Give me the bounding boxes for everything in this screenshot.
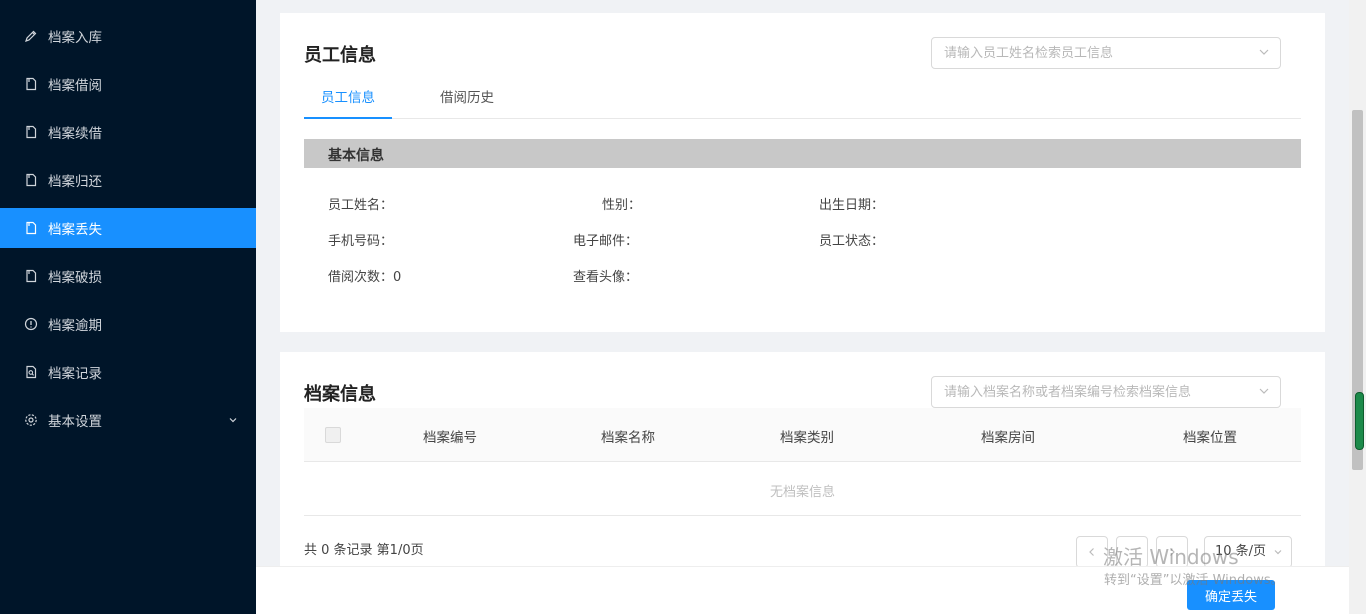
activation-watermark-title: 激活 Windows (1103, 545, 1239, 569)
birth-date-label: 出生日期： (819, 198, 885, 213)
archive-search-select[interactable] (931, 376, 1281, 408)
chevron-down-icon (1258, 385, 1270, 401)
archive-table-header: 档案编号 档案名称 档案类别 档案房间 档案位置 (304, 408, 1301, 462)
employee-info-card: 员工信息 员工信息 借阅历史 基本信息 员工姓名： 性别： 出生日期： 手机号码… (280, 13, 1325, 332)
sidebar-item-archive-records[interactable]: 档案记录 (0, 352, 256, 392)
archive-info-title: 档案信息 (304, 384, 376, 405)
column-archive-name: 档案名称 (601, 430, 655, 446)
sidebar-item-basic-settings[interactable]: 基本设置 (0, 400, 256, 440)
table-empty-row: 无档案信息 (304, 462, 1301, 516)
column-archive-category: 档案类别 (780, 430, 834, 446)
file-icon (24, 125, 38, 139)
sidebar-item-archive-overdue[interactable]: 档案逾期 (0, 304, 256, 344)
file-icon (24, 269, 38, 283)
borrow-count-label: 借阅次数： (328, 270, 394, 285)
sidebar-item-label: 档案续借 (48, 126, 102, 142)
chevron-down-icon (1258, 46, 1270, 62)
sidebar-item-label: 档案借阅 (48, 78, 102, 94)
sidebar-item-label: 基本设置 (48, 414, 102, 430)
borrow-count-field: 借阅次数：0 (328, 266, 401, 285)
gender-label: 性别： (602, 198, 642, 213)
chevron-down-icon (1274, 550, 1282, 555)
activation-watermark-subtitle: 转到“设置”以激活 Windows。 (1104, 573, 1284, 588)
sidebar-item-label: 档案破损 (48, 270, 102, 286)
sidebar-item-label: 档案归还 (48, 174, 102, 190)
record-total: 共 0 条记录 第1/0页 (304, 543, 424, 558)
select-all-checkbox[interactable] (325, 427, 341, 443)
employee-status-label: 员工状态： (819, 234, 885, 249)
employee-search-input[interactable] (932, 38, 1232, 68)
sidebar-item-archive-in[interactable]: 档案入库 (0, 16, 256, 56)
column-archive-location: 档案位置 (1183, 430, 1237, 446)
employee-info-title: 员工信息 (304, 45, 376, 66)
tab-employee-info[interactable]: 员工信息 (304, 85, 392, 119)
archive-search-input[interactable] (932, 377, 1232, 407)
employee-search-select[interactable] (931, 37, 1281, 69)
sidebar: 档案入库 档案借阅 档案续借 档案归还 档案丢失 档案破损 档案逾期 档案记录 … (0, 0, 256, 614)
gear-icon (24, 413, 38, 427)
chevron-down-icon (228, 413, 238, 429)
sidebar-item-archive-return[interactable]: 档案归还 (0, 160, 256, 200)
file-icon (24, 77, 38, 91)
phone-label: 手机号码： (328, 234, 394, 249)
empty-text: 无档案信息 (769, 485, 835, 500)
scrollbar-grip[interactable] (1355, 392, 1364, 450)
view-avatar-label: 查看头像： (573, 270, 639, 285)
column-archive-number: 档案编号 (423, 430, 477, 446)
sidebar-item-label: 档案逾期 (48, 318, 102, 334)
sidebar-item-archive-renew[interactable]: 档案续借 (0, 112, 256, 152)
sidebar-item-archive-lost[interactable]: 档案丢失 (0, 208, 256, 248)
sidebar-item-label: 档案记录 (48, 366, 102, 382)
sidebar-item-archive-borrow[interactable]: 档案借阅 (0, 64, 256, 104)
basic-info-title: 基本信息 (328, 148, 384, 164)
pen-icon (24, 29, 38, 43)
sidebar-item-label: 档案丢失 (48, 222, 102, 238)
file-icon (24, 173, 38, 187)
employee-tabs: 员工信息 借阅历史 (304, 85, 1301, 119)
borrow-count-value: 0 (393, 270, 402, 285)
employee-name-label: 员工姓名： (328, 198, 394, 213)
email-label: 电子邮件： (573, 234, 639, 249)
exclamation-circle-icon (24, 317, 38, 331)
column-archive-room: 档案房间 (981, 430, 1035, 446)
sidebar-item-archive-damaged[interactable]: 档案破损 (0, 256, 256, 296)
file-search-icon (24, 365, 38, 379)
sidebar-item-label: 档案入库 (48, 30, 102, 46)
file-icon (24, 221, 38, 235)
basic-info-header: 基本信息 (304, 139, 1301, 168)
tab-borrow-history[interactable]: 借阅历史 (440, 85, 494, 119)
chevron-left-icon (1089, 548, 1094, 556)
